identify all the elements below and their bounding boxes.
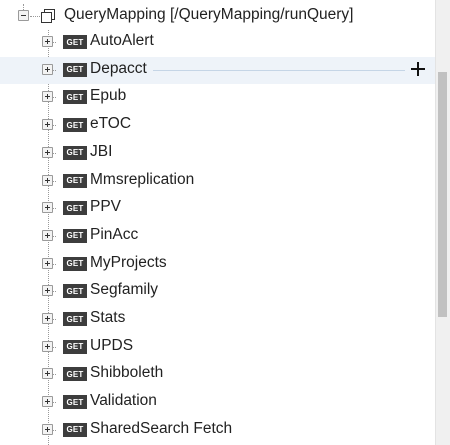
get-method-badge: GET [63, 256, 87, 271]
get-method-badge: GET [63, 173, 87, 188]
tree-item-label: Depacct [90, 59, 147, 77]
tree-item[interactable]: GET SharedSearch Fetch [0, 417, 435, 444]
tree-item-label: Mmsreplication [90, 170, 195, 188]
expand-toggle[interactable] [42, 423, 53, 435]
expand-toggle[interactable] [42, 340, 53, 352]
expand-toggle[interactable] [42, 174, 53, 186]
get-method-badge: GET [63, 422, 87, 437]
get-method-badge: GET [63, 90, 87, 105]
get-method-badge: GET [63, 367, 87, 382]
tree-item-label: MyProjects [90, 253, 167, 271]
tree-item-label: PinAcc [90, 225, 139, 243]
tree-item[interactable]: GET Epub [0, 84, 435, 111]
tree-item[interactable]: GET AutoAlert [0, 29, 435, 56]
tree-item[interactable]: GET Segfamily [0, 278, 435, 305]
expand-toggle[interactable] [42, 313, 53, 324]
get-method-badge: GET [63, 228, 87, 243]
tree-item[interactable]: GET JBI [0, 140, 435, 167]
tree-item-label: eTOC [90, 115, 132, 133]
tree-item[interactable]: GET UPDS [0, 334, 435, 361]
tree-item-label: JBI [90, 142, 113, 160]
expand-toggle[interactable] [42, 368, 53, 380]
tree-item[interactable]: GET eTOC [0, 112, 435, 139]
tree-item[interactable]: GET Validation [0, 389, 435, 416]
expand-toggle[interactable] [42, 202, 53, 214]
tree-item[interactable]: GET PPV [0, 195, 435, 222]
tree-item[interactable]: GET Depacct [0, 56, 435, 84]
get-method-badge: GET [63, 395, 87, 410]
tree-view[interactable]: QueryMapping [/QueryMapping/runQuery] GE… [0, 0, 435, 445]
tree-item[interactable]: GET PinAcc [0, 223, 435, 250]
expand-toggle[interactable] [42, 119, 53, 131]
tree-item-label: Segfamily [90, 281, 159, 299]
get-method-badge: GET [63, 339, 87, 354]
get-method-badge: GET [63, 62, 87, 77]
vertical-scrollbar[interactable] [435, 0, 450, 445]
tree-item-label: Epub [90, 87, 127, 105]
tree-item[interactable]: GET Shibboleth [0, 361, 435, 388]
expand-toggle[interactable] [42, 285, 53, 297]
get-method-badge: GET [63, 284, 87, 299]
drop-indicator-line [153, 69, 405, 71]
tree-item-label: PPV [90, 198, 122, 216]
tree-item-label: UPDS [90, 336, 134, 354]
expand-toggle[interactable] [42, 91, 53, 103]
expand-toggle[interactable] [42, 36, 53, 47]
tree-item-label: Shibboleth [90, 364, 164, 382]
plus-icon[interactable] [411, 61, 425, 76]
expand-toggle[interactable] [42, 146, 53, 158]
get-method-badge: GET [63, 145, 87, 160]
expand-toggle[interactable] [42, 396, 53, 408]
get-method-badge: GET [63, 35, 87, 49]
folder-pages-icon [41, 9, 55, 23]
tree-item-label: SharedSearch Fetch [90, 419, 233, 437]
tree-item[interactable]: GET MyProjects [0, 251, 435, 278]
tree-root-label: QueryMapping [/QueryMapping/runQuery] [64, 6, 354, 23]
scrollbar-thumb[interactable] [438, 72, 447, 317]
tree-item-label: Validation [90, 392, 157, 410]
tree-item-label: AutoAlert [90, 32, 154, 49]
tree-item-label: Stats [90, 309, 126, 326]
expand-toggle[interactable] [42, 229, 53, 241]
tree-connector [30, 16, 40, 17]
get-method-badge: GET [63, 201, 87, 216]
tree-item[interactable]: GET Stats [0, 306, 435, 333]
tree-root-node[interactable]: QueryMapping [/QueryMapping/runQuery] [0, 4, 435, 28]
tree-item[interactable]: GET Mmsreplication [0, 168, 435, 195]
get-method-badge: GET [63, 312, 87, 326]
expand-toggle[interactable] [42, 257, 53, 269]
collapse-toggle[interactable] [18, 10, 29, 21]
get-method-badge: GET [63, 118, 87, 133]
expand-toggle[interactable] [42, 63, 53, 75]
